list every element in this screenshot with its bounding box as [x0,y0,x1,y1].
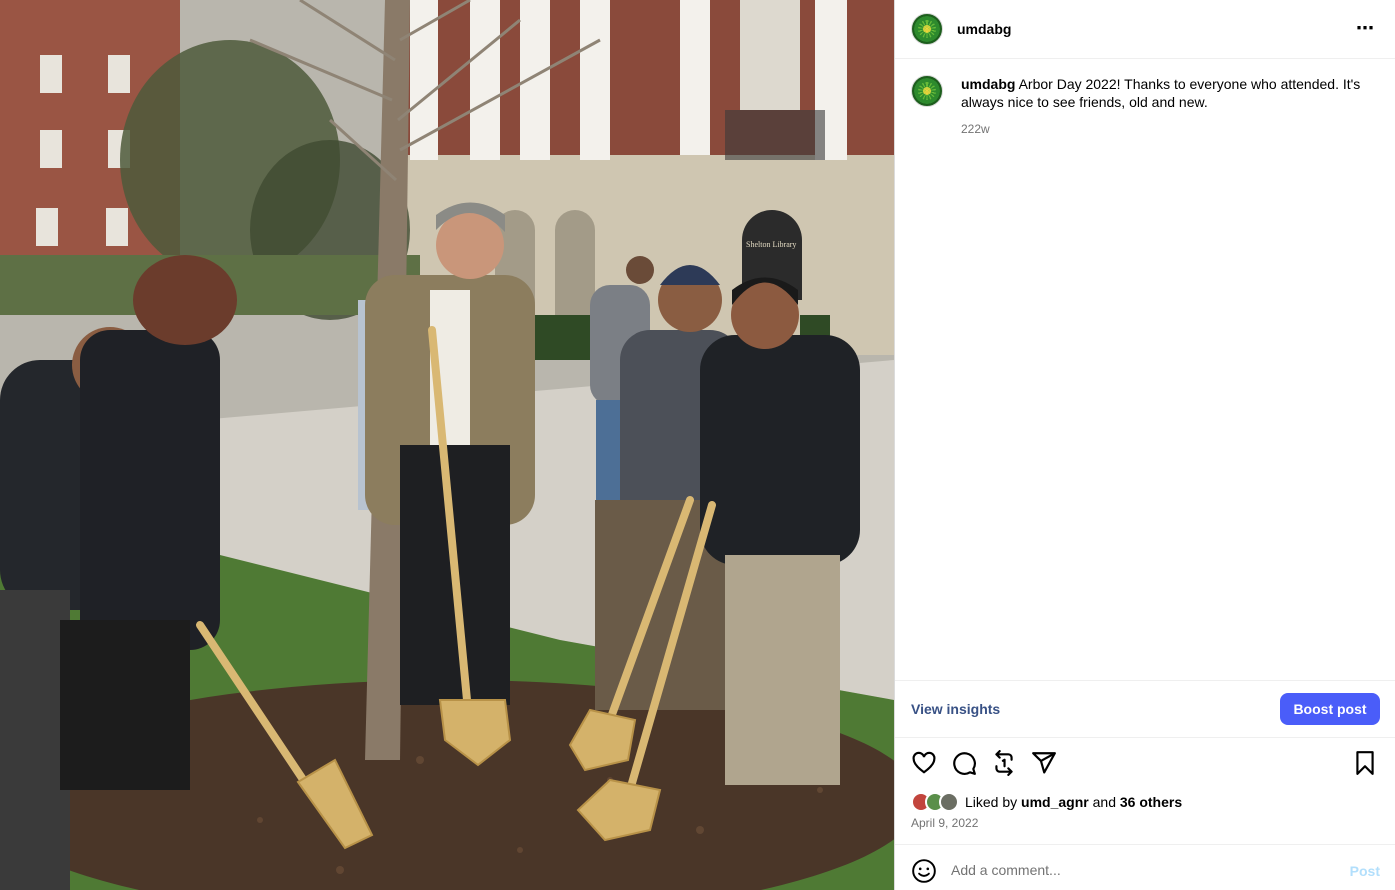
caption-avatar[interactable] [911,75,943,107]
liked-by-and: and [1092,794,1116,810]
boost-post-button[interactable]: Boost post [1280,693,1380,725]
likes-summary: Liked by umd_agnr and 36 others [911,792,1182,812]
photo-illustration: Shelton Library [0,0,894,890]
liked-by-prefix: Liked by [965,794,1018,810]
header-username[interactable]: umdabg [957,21,1011,37]
post-date[interactable]: April 9, 2022 [911,816,978,830]
heart-icon[interactable] [911,750,939,778]
post-comment-button[interactable]: Post [1350,863,1380,879]
more-options-icon[interactable]: ⋯ [1356,18,1375,39]
post-side-panel: umdabg ⋯ umdabg Arbor Day 2022! Thanks t… [894,0,1395,890]
post-photo[interactable]: Shelton Library [0,0,894,890]
post-header: umdabg ⋯ [895,0,1395,59]
emoji-icon[interactable] [911,858,937,884]
post-caption: umdabg Arbor Day 2022! Thanks to everyon… [895,59,1395,138]
insights-bar: View insights Boost post [895,680,1395,738]
caption-text: Arbor Day 2022! Thanks to everyone who a… [961,76,1361,110]
liked-by-others[interactable]: 36 others [1120,794,1182,810]
repost-icon[interactable] [991,750,1019,778]
caption-time[interactable]: 222w [961,120,1371,138]
view-insights-link[interactable]: View insights [911,701,1000,717]
comment-bar: Post [895,844,1395,890]
post-modal: Shelton Library umdabg ⋯ umdabg Arbor Da… [0,0,1395,890]
avatar[interactable] [911,13,943,45]
caption-username[interactable]: umdabg [961,76,1015,92]
liker-avatars[interactable] [911,792,961,812]
action-bar [911,750,1380,778]
caption-body: umdabg Arbor Day 2022! Thanks to everyon… [961,75,1371,138]
comment-icon[interactable] [951,750,979,778]
share-icon[interactable] [1031,750,1059,778]
bookmark-icon[interactable] [1352,750,1380,778]
comment-input[interactable] [951,859,1331,881]
liker-avatar [939,792,959,812]
library-sign: Shelton Library [746,240,796,249]
liked-by-user[interactable]: umd_agnr [1021,794,1089,810]
